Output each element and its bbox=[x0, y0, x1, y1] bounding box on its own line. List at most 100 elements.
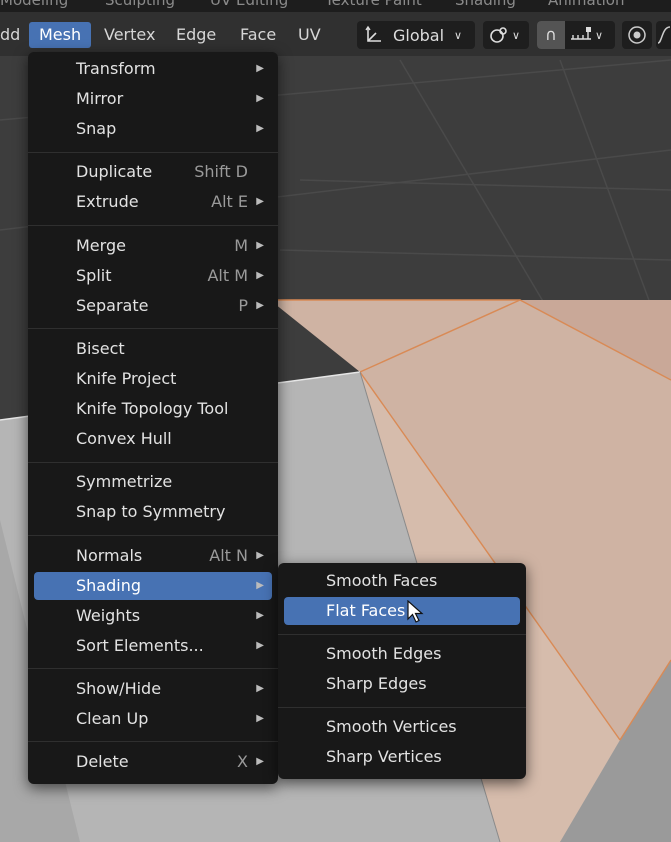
mesh-menu-item-convex-hull[interactable]: Convex Hull bbox=[34, 425, 272, 453]
menu-item-shortcut: X bbox=[237, 752, 248, 772]
header-menu-vertex[interactable]: Vertex bbox=[104, 22, 155, 48]
menu-item-label: Smooth Vertices bbox=[326, 717, 457, 736]
shading-submenu-item-flat-faces[interactable]: Flat Faces bbox=[284, 597, 520, 625]
menu-item-label: Convex Hull bbox=[76, 428, 172, 448]
transform-orientation-dropdown[interactable]: Global ∨ bbox=[357, 21, 475, 49]
menu-item-label: Sharp Edges bbox=[326, 674, 427, 693]
mesh-menu-item-extrude[interactable]: Extrude Alt E ▶ bbox=[34, 188, 272, 216]
menu-item-label: Snap to Symmetry bbox=[76, 502, 226, 522]
mesh-menu-item-shading[interactable]: Shading ▶ bbox=[34, 571, 272, 600]
menu-item-label: Bisect bbox=[76, 338, 125, 358]
menu-separator bbox=[28, 741, 278, 743]
submenu-arrow-icon: ▶ bbox=[256, 93, 264, 104]
header-menu-mesh[interactable]: Mesh bbox=[29, 22, 92, 48]
menu-item-label: Extrude bbox=[76, 192, 139, 212]
tab-animation[interactable]: Animation bbox=[548, 0, 624, 9]
menu-item-label: Smooth Faces bbox=[326, 571, 438, 590]
shading-submenu-item-sharp-edges[interactable]: Sharp Edges bbox=[284, 670, 520, 698]
header-menu-add[interactable]: dd bbox=[0, 22, 20, 48]
menu-separator bbox=[28, 534, 278, 536]
menu-item-shortcut: Alt E bbox=[211, 192, 248, 212]
chevron-down-icon: ∨ bbox=[595, 28, 604, 42]
mesh-menu-item-sort-elements[interactable]: Sort Elements... ▶ bbox=[34, 632, 272, 660]
mesh-menu-item-snap-to-symmetry[interactable]: Snap to Symmetry bbox=[34, 498, 272, 526]
tab-shading[interactable]: Shading bbox=[455, 0, 516, 9]
menu-item-label: Knife Topology Tool bbox=[76, 398, 229, 418]
submenu-arrow-icon: ▶ bbox=[256, 609, 264, 621]
menu-item-shortcut: Alt N bbox=[209, 545, 248, 565]
mesh-menu-item-weights[interactable]: Weights ▶ bbox=[34, 602, 272, 630]
mesh-menu-item-merge[interactable]: Merge M ▶ bbox=[34, 232, 272, 260]
mesh-menu-item-knife-project[interactable]: Knife Project bbox=[34, 365, 272, 393]
mesh-menu-item-knife-topology-tool[interactable]: Knife Topology Tool bbox=[34, 395, 272, 423]
orientation-label: Global bbox=[393, 25, 445, 45]
submenu-arrow-icon: ▶ bbox=[256, 239, 264, 251]
menu-item-label: Merge bbox=[76, 235, 126, 255]
mesh-menu-item-symmetrize[interactable]: Symmetrize bbox=[34, 468, 272, 496]
proportional-edit-toggle[interactable] bbox=[622, 21, 652, 49]
shading-submenu-item-smooth-faces[interactable]: Smooth Faces bbox=[284, 567, 520, 595]
shading-submenu-item-smooth-edges[interactable]: Smooth Edges bbox=[284, 640, 520, 668]
menu-item-label: Knife Project bbox=[76, 368, 177, 388]
tab-texture-paint[interactable]: Texture Paint bbox=[325, 0, 422, 9]
submenu-arrow-icon: ▶ bbox=[256, 682, 264, 694]
menu-item-label: Sort Elements... bbox=[76, 635, 204, 655]
shading-submenu-item-smooth-vertices[interactable]: Smooth Vertices bbox=[284, 713, 520, 741]
falloff-curve-icon bbox=[657, 26, 671, 44]
submenu-arrow-icon: ▶ bbox=[256, 196, 264, 208]
submenu-arrow-icon: ▶ bbox=[256, 579, 264, 591]
shading-submenu-item-sharp-vertices[interactable]: Sharp Vertices bbox=[284, 743, 520, 771]
mesh-menu-item-separate[interactable]: Separate P ▶ bbox=[34, 292, 272, 320]
submenu-arrow-icon: ▶ bbox=[256, 123, 264, 134]
menu-item-label: Delete bbox=[76, 752, 129, 772]
menu-separator bbox=[278, 633, 526, 635]
snap-increment-icon[interactable] bbox=[569, 25, 593, 45]
menu-item-label: Snap bbox=[76, 119, 117, 138]
mesh-menu-item-snap[interactable]: Snap ▶ bbox=[34, 115, 272, 143]
menu-separator bbox=[28, 328, 278, 330]
header-menu-uv[interactable]: UV bbox=[298, 22, 321, 48]
proportional-edit-icon bbox=[628, 26, 646, 44]
tab-modeling[interactable]: Modeling bbox=[0, 0, 68, 9]
mesh-menu-item-bisect[interactable]: Bisect bbox=[34, 335, 272, 363]
menu-separator bbox=[278, 706, 526, 708]
workspace-tabs: Modeling Sculpting UV Editing Texture Pa… bbox=[0, 0, 671, 12]
mesh-menu-item-split[interactable]: Split Alt M ▶ bbox=[34, 262, 272, 290]
snap-magnet-icon[interactable]: ∩ bbox=[537, 21, 565, 49]
mesh-menu-item-delete[interactable]: Delete X ▶ bbox=[34, 748, 272, 776]
tab-sculpting[interactable]: Sculpting bbox=[105, 0, 175, 9]
submenu-arrow-icon: ▶ bbox=[256, 756, 264, 768]
mesh-menu-item-transform[interactable]: Transform ▶ bbox=[34, 55, 272, 83]
submenu-arrow-icon: ▶ bbox=[256, 269, 264, 281]
mesh-menu-item-mirror[interactable]: Mirror ▶ bbox=[34, 85, 272, 113]
submenu-arrow-icon: ▶ bbox=[256, 549, 264, 561]
menu-item-shortcut: M bbox=[234, 235, 248, 255]
header-menu-edge[interactable]: Edge bbox=[176, 22, 216, 48]
menu-item-label: Mirror bbox=[76, 89, 124, 108]
mesh-menu-item-show-hide[interactable]: Show/Hide ▶ bbox=[34, 675, 272, 703]
menu-item-label: Flat Faces bbox=[326, 601, 406, 620]
tab-uv-editing[interactable]: UV Editing bbox=[210, 0, 288, 9]
mesh-menu-item-normals[interactable]: Normals Alt N ▶ bbox=[34, 542, 272, 570]
menu-item-shortcut: P bbox=[238, 295, 248, 315]
menu-item-label: Transform bbox=[76, 59, 156, 78]
mesh-menu-item-clean-up[interactable]: Clean Up ▶ bbox=[34, 705, 272, 733]
menu-item-label: Split bbox=[76, 265, 112, 285]
submenu-arrow-icon: ▶ bbox=[256, 639, 264, 651]
menu-item-shortcut: Alt M bbox=[207, 265, 248, 285]
menu-separator bbox=[28, 151, 278, 153]
submenu-arrow-icon: ▶ bbox=[256, 299, 264, 311]
falloff-dropdown[interactable] bbox=[656, 21, 671, 49]
mesh-menu-item-duplicate[interactable]: Duplicate Shift D bbox=[34, 158, 272, 186]
snapping-toggle-group[interactable]: ∩ ∨ bbox=[537, 21, 615, 49]
chevron-down-icon: ∨ bbox=[454, 28, 463, 42]
menu-separator bbox=[28, 224, 278, 226]
viewport-header: dd Mesh Vertex Edge Face UV Global ∨ ∨ ∩… bbox=[0, 12, 671, 56]
menu-item-label: Sharp Vertices bbox=[326, 747, 442, 766]
menu-item-label: Shading bbox=[76, 575, 141, 595]
header-menu-face[interactable]: Face bbox=[240, 22, 276, 48]
submenu-arrow-icon: ▶ bbox=[256, 712, 264, 724]
pivot-point-dropdown[interactable]: ∨ bbox=[483, 21, 529, 49]
menu-item-label: Symmetrize bbox=[76, 472, 173, 492]
submenu-arrow-icon: ▶ bbox=[256, 63, 264, 74]
